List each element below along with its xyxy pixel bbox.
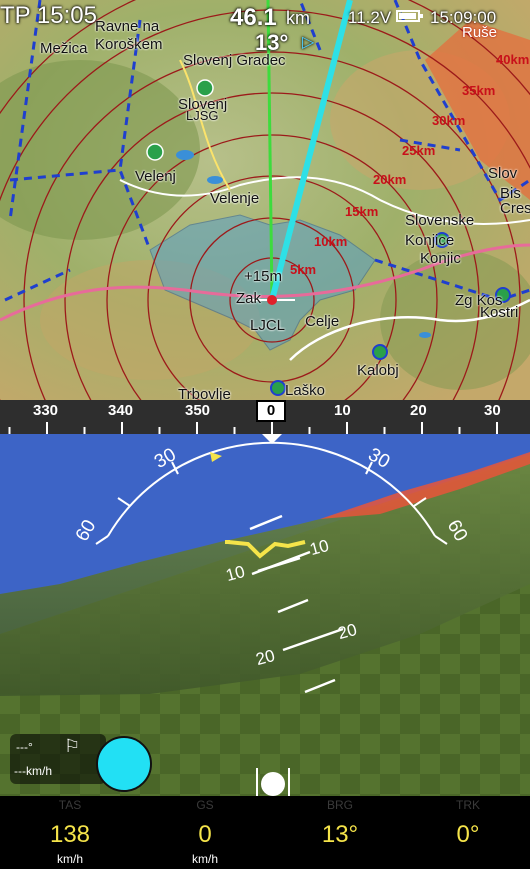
bottom-info-bar: TAS 138 km/h GS 0 km/h BRG 13° TRK 0° — [0, 796, 530, 869]
place-label: Laško — [285, 382, 326, 399]
battery-icon — [396, 10, 423, 22]
home-indicator-icon[interactable] — [256, 768, 290, 796]
mode-time[interactable]: TP 15:05 — [0, 2, 97, 30]
info-cell-tas[interactable]: TAS 138 km/h — [10, 796, 130, 869]
ring-label: 40km — [496, 52, 530, 67]
direction-arrow-icon: ▷ — [302, 34, 315, 51]
heading-label: 20 — [410, 402, 427, 419]
bearing-value: 13° — [255, 30, 289, 55]
info-cell-gs[interactable]: GS 0 km/h — [145, 796, 265, 869]
status-indicator-circle[interactable] — [96, 736, 152, 792]
vario-wind-widget[interactable]: ---° ⚐ ---km/h — [10, 734, 106, 784]
info-label: TRK — [456, 798, 480, 812]
ring-label: 25km — [402, 143, 436, 158]
heading-label: 10 — [334, 402, 351, 419]
place-label: Cresk — [500, 200, 530, 217]
current-heading-box: 0 — [256, 400, 286, 422]
place-label: Kalobj — [357, 362, 399, 379]
ring-label: 35km — [462, 83, 496, 98]
info-value: 0 — [198, 821, 212, 848]
info-value: 0° — [456, 821, 480, 848]
info-label: TAS — [58, 798, 82, 812]
place-label: LJSG — [186, 108, 219, 123]
current-heading-value: 0 — [266, 402, 276, 419]
top-status-bar: TP 15:05 46.1 km 13° ▷ 11.2V 15:09:00 — [0, 0, 530, 55]
place-label: Trbovlje — [178, 386, 231, 400]
place-label: Celje — [305, 313, 340, 330]
place-label: Velenj — [135, 168, 176, 185]
distance-value[interactable]: 46.1 — [230, 4, 277, 32]
info-cell-brg[interactable]: BRG 13° — [280, 796, 400, 869]
place-label: Konjice — [405, 232, 455, 249]
place-label: LJCL — [250, 317, 286, 334]
ring-label: 15km — [345, 204, 379, 219]
place-label: Zak — [236, 290, 262, 307]
heading-tape: 330 340 350 10 20 30 0 — [0, 400, 530, 434]
info-unit: km/h — [56, 852, 83, 866]
altitude-label: +15m — [244, 268, 282, 285]
ring-label: 10km — [314, 234, 348, 249]
place-label: Mežica — [40, 40, 88, 57]
heading-label: 350 — [185, 402, 211, 419]
artificial-horizon: 30 30 60 60 10 10 20 20 ---° ⚐ ---km/h — [0, 434, 530, 796]
place-label: Velenje — [210, 190, 260, 207]
wind-value: ---km/h — [14, 764, 52, 778]
vario-value: ---° — [16, 740, 33, 754]
heading-label: 30 — [484, 402, 501, 419]
info-value: 13° — [321, 821, 359, 848]
place-label: Slov — [488, 165, 518, 182]
place-label: Slovenske — [405, 212, 475, 229]
place-label: Kostri — [480, 304, 519, 321]
heading-label: 330 — [33, 402, 59, 419]
ring-label: 5km — [290, 262, 317, 277]
info-value: 138 — [49, 821, 91, 848]
ring-label: 20km — [373, 172, 407, 187]
info-label: BRG — [326, 798, 353, 812]
info-unit: km/h — [191, 852, 218, 866]
place-label: Konjic — [420, 250, 461, 267]
moving-map[interactable]: Mežica Ravne na Koroškem Slovenj Gradec … — [0, 0, 530, 400]
clock: 15:09:00 — [430, 8, 497, 27]
ring-label: 30km — [432, 113, 466, 128]
battery-voltage: 11.2V — [348, 8, 392, 27]
heading-label: 340 — [108, 402, 134, 419]
info-cell-trk[interactable]: TRK 0° — [408, 796, 528, 869]
distance-unit: km — [286, 8, 310, 28]
info-label: GS — [196, 798, 214, 812]
windsock-icon: ⚐ — [64, 736, 81, 756]
